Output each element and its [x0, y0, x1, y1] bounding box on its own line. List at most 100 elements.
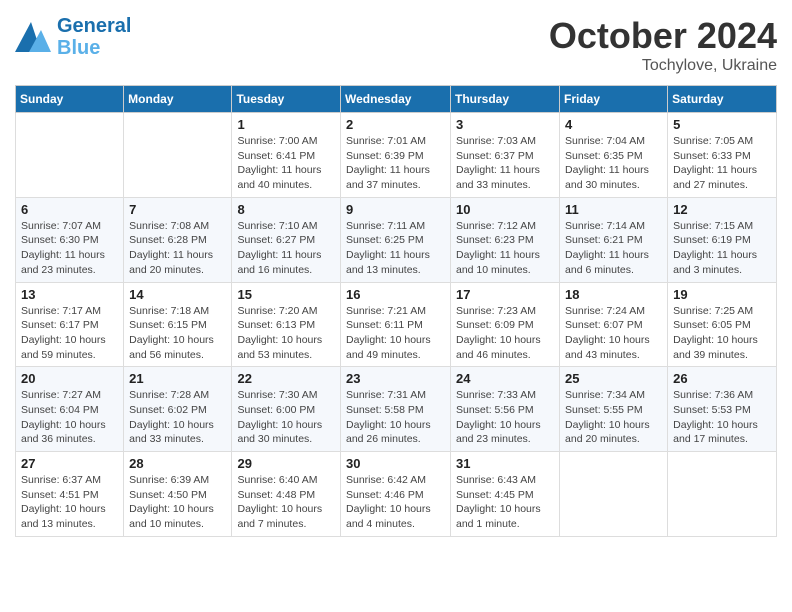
calendar-cell: 11Sunrise: 7:14 AM Sunset: 6:21 PM Dayli… — [560, 197, 668, 282]
day-number: 17 — [456, 287, 554, 302]
calendar-cell: 7 Sunrise: 7:08 AM Sunset: 6:28 PM Daylig… — [124, 197, 232, 282]
day-info: Sunrise: 7:28 AM Sunset: 6:02 PM Dayligh… — [129, 388, 226, 447]
month-title: October 2024 — [549, 15, 777, 57]
calendar-cell: 15 Sunrise: 7:20 AM Sunset: 6:13 PM Dayli… — [232, 282, 341, 367]
calendar-cell: 19Sunrise: 7:25 AM Sunset: 6:05 PM Dayli… — [668, 282, 777, 367]
day-info: Sunrise: 6:43 AM Sunset: 4:45 PM Dayligh… — [456, 473, 554, 532]
day-header-tuesday: Tuesday — [232, 86, 341, 113]
calendar-cell: 25 Sunrise: 7:34 AM Sunset: 5:55 PM Dayli… — [560, 367, 668, 452]
day-info: Sunrise: 7:17 AM Sunset: 6:17 PM Dayligh… — [21, 304, 118, 363]
day-number: 19 — [673, 287, 771, 302]
day-number: 22 — [237, 371, 335, 386]
day-info: Sunrise: 7:33 AM Sunset: 5:56 PM Dayligh… — [456, 388, 554, 447]
calendar-cell: 4 Sunrise: 7:04 AM Sunset: 6:35 PM Daylig… — [560, 113, 668, 198]
day-number: 25 — [565, 371, 662, 386]
day-header-wednesday: Wednesday — [341, 86, 451, 113]
day-header-saturday: Saturday — [668, 86, 777, 113]
day-number: 15 — [237, 287, 335, 302]
day-number: 7 — [129, 202, 226, 217]
day-info: Sunrise: 7:04 AM Sunset: 6:35 PM Dayligh… — [565, 134, 662, 193]
calendar-cell: 28 Sunrise: 6:39 AM Sunset: 4:50 PM Dayli… — [124, 452, 232, 537]
calendar-cell: 23 Sunrise: 7:31 AM Sunset: 5:58 PM Dayli… — [341, 367, 451, 452]
day-info: Sunrise: 7:00 AM Sunset: 6:41 PM Dayligh… — [237, 134, 335, 193]
calendar-cell: 5Sunrise: 7:05 AM Sunset: 6:33 PM Daylig… — [668, 113, 777, 198]
day-number: 28 — [129, 456, 226, 471]
calendar-cell: 24 Sunrise: 7:33 AM Sunset: 5:56 PM Dayli… — [451, 367, 560, 452]
week-row-3: 13 Sunrise: 7:17 AM Sunset: 6:17 PM Dayli… — [16, 282, 777, 367]
day-number: 11 — [565, 202, 662, 217]
day-number: 23 — [346, 371, 445, 386]
day-info: Sunrise: 7:27 AM Sunset: 6:04 PM Dayligh… — [21, 388, 118, 447]
day-number: 4 — [565, 117, 662, 132]
day-info: Sunrise: 7:03 AM Sunset: 6:37 PM Dayligh… — [456, 134, 554, 193]
day-number: 18 — [565, 287, 662, 302]
location: Tochylove, Ukraine — [549, 57, 777, 75]
day-header-monday: Monday — [124, 86, 232, 113]
day-number: 12 — [673, 202, 771, 217]
calendar-cell — [16, 113, 124, 198]
logo-general: General — [57, 15, 131, 37]
day-number: 29 — [237, 456, 335, 471]
day-info: Sunrise: 7:31 AM Sunset: 5:58 PM Dayligh… — [346, 388, 445, 447]
day-number: 16 — [346, 287, 445, 302]
day-info: Sunrise: 7:20 AM Sunset: 6:13 PM Dayligh… — [237, 304, 335, 363]
day-info: Sunrise: 7:07 AM Sunset: 6:30 PM Dayligh… — [21, 219, 118, 278]
day-info: Sunrise: 7:18 AM Sunset: 6:15 PM Dayligh… — [129, 304, 226, 363]
day-number: 8 — [237, 202, 335, 217]
day-number: 20 — [21, 371, 118, 386]
calendar-cell: 2 Sunrise: 7:01 AM Sunset: 6:39 PM Daylig… — [341, 113, 451, 198]
calendar-cell: 6Sunrise: 7:07 AM Sunset: 6:30 PM Daylig… — [16, 197, 124, 282]
calendar-cell: 27 Sunrise: 6:37 AM Sunset: 4:51 PM Dayli… — [16, 452, 124, 537]
day-info: Sunrise: 7:11 AM Sunset: 6:25 PM Dayligh… — [346, 219, 445, 278]
calendar-cell: 26Sunrise: 7:36 AM Sunset: 5:53 PM Dayli… — [668, 367, 777, 452]
day-header-friday: Friday — [560, 86, 668, 113]
calendar-cell — [668, 452, 777, 537]
header-row: SundayMondayTuesdayWednesdayThursdayFrid… — [16, 86, 777, 113]
day-number: 24 — [456, 371, 554, 386]
day-info: Sunrise: 7:08 AM Sunset: 6:28 PM Dayligh… — [129, 219, 226, 278]
day-info: Sunrise: 7:34 AM Sunset: 5:55 PM Dayligh… — [565, 388, 662, 447]
page-header: General Blue October 2024 Tochylove, Ukr… — [15, 15, 777, 75]
calendar-cell: 30 Sunrise: 6:42 AM Sunset: 4:46 PM Dayli… — [341, 452, 451, 537]
day-info: Sunrise: 7:30 AM Sunset: 6:00 PM Dayligh… — [237, 388, 335, 447]
week-row-5: 27 Sunrise: 6:37 AM Sunset: 4:51 PM Dayli… — [16, 452, 777, 537]
day-number: 13 — [21, 287, 118, 302]
calendar-cell — [560, 452, 668, 537]
calendar-cell: 13 Sunrise: 7:17 AM Sunset: 6:17 PM Dayli… — [16, 282, 124, 367]
day-number: 1 — [237, 117, 335, 132]
day-number: 31 — [456, 456, 554, 471]
calendar-cell: 1 Sunrise: 7:00 AM Sunset: 6:41 PM Daylig… — [232, 113, 341, 198]
day-number: 9 — [346, 202, 445, 217]
logo-icon — [15, 22, 53, 52]
calendar-cell: 12 Sunrise: 7:15 AM Sunset: 6:19 PM Dayli… — [668, 197, 777, 282]
day-info: Sunrise: 6:37 AM Sunset: 4:51 PM Dayligh… — [21, 473, 118, 532]
calendar-cell: 16Sunrise: 7:21 AM Sunset: 6:11 PM Dayli… — [341, 282, 451, 367]
day-info: Sunrise: 7:10 AM Sunset: 6:27 PM Dayligh… — [237, 219, 335, 278]
day-number: 21 — [129, 371, 226, 386]
calendar-cell: 31 Sunrise: 6:43 AM Sunset: 4:45 PM Dayli… — [451, 452, 560, 537]
day-number: 30 — [346, 456, 445, 471]
day-info: Sunrise: 6:40 AM Sunset: 4:48 PM Dayligh… — [237, 473, 335, 532]
day-info: Sunrise: 6:42 AM Sunset: 4:46 PM Dayligh… — [346, 473, 445, 532]
day-number: 27 — [21, 456, 118, 471]
day-info: Sunrise: 7:23 AM Sunset: 6:09 PM Dayligh… — [456, 304, 554, 363]
day-info: Sunrise: 7:24 AM Sunset: 6:07 PM Dayligh… — [565, 304, 662, 363]
day-header-sunday: Sunday — [16, 86, 124, 113]
calendar-cell: 20 Sunrise: 7:27 AM Sunset: 6:04 PM Dayli… — [16, 367, 124, 452]
day-number: 14 — [129, 287, 226, 302]
title-block: October 2024 Tochylove, Ukraine — [549, 15, 777, 75]
day-info: Sunrise: 6:39 AM Sunset: 4:50 PM Dayligh… — [129, 473, 226, 532]
day-info: Sunrise: 7:12 AM Sunset: 6:23 PM Dayligh… — [456, 219, 554, 278]
day-number: 26 — [673, 371, 771, 386]
week-row-4: 20 Sunrise: 7:27 AM Sunset: 6:04 PM Dayli… — [16, 367, 777, 452]
day-number: 2 — [346, 117, 445, 132]
day-info: Sunrise: 7:15 AM Sunset: 6:19 PM Dayligh… — [673, 219, 771, 278]
day-header-thursday: Thursday — [451, 86, 560, 113]
calendar-cell: 8 Sunrise: 7:10 AM Sunset: 6:27 PM Daylig… — [232, 197, 341, 282]
calendar-cell: 18 Sunrise: 7:24 AM Sunset: 6:07 PM Dayli… — [560, 282, 668, 367]
day-info: Sunrise: 7:01 AM Sunset: 6:39 PM Dayligh… — [346, 134, 445, 193]
calendar-cell — [124, 113, 232, 198]
calendar-cell: 9 Sunrise: 7:11 AM Sunset: 6:25 PM Daylig… — [341, 197, 451, 282]
calendar-cell: 17 Sunrise: 7:23 AM Sunset: 6:09 PM Dayli… — [451, 282, 560, 367]
calendar-cell: 14 Sunrise: 7:18 AM Sunset: 6:15 PM Dayli… — [124, 282, 232, 367]
